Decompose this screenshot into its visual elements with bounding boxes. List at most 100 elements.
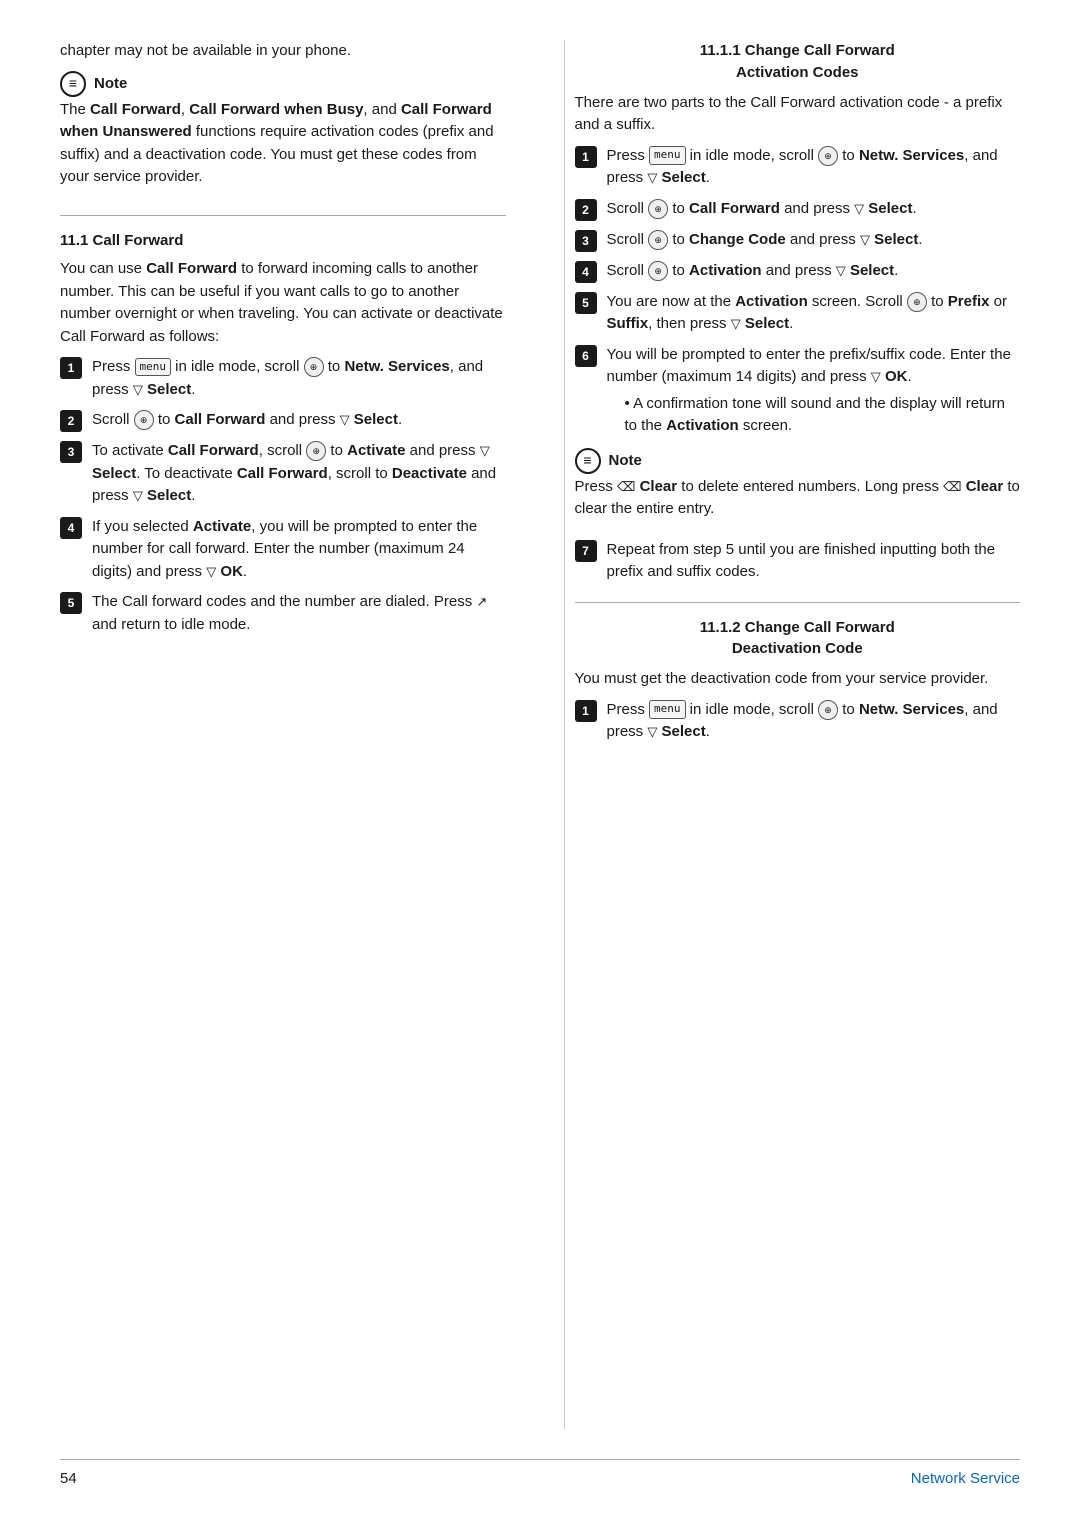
section-11-1-2-heading: 11.1.2 Change Call Forward Deactivation … [575,617,1021,661]
r2-step-content-1: Press menu in idle mode, scroll ⊕ to Net… [607,699,1021,744]
select-icon-2: ▽ [340,410,350,430]
scroll-icon-1: ⊕ [304,357,324,377]
note-icon: ≡ [60,71,86,97]
r-step-num-6: 6 [575,345,597,367]
step-5: 5 The Call forward codes and the number … [60,591,506,636]
note-icon-right: ≡ [575,448,601,474]
r-scroll-icon-4: ⊕ [648,261,668,281]
step-4: 4 If you selected Activate, you will be … [60,516,506,584]
r2-scroll-icon-1: ⊕ [818,700,838,720]
steps-11-1-1-extra: 7 Repeat from step 5 until you are finis… [575,539,1021,584]
steps-11-1-1: 1 Press menu in idle mode, scroll ⊕ to N… [575,145,1021,438]
heading-line1: 11.1.1 Change Call Forward [700,42,895,59]
select-icon-3b: ▽ [133,486,143,506]
r-select-icon-4: ▽ [836,261,846,281]
footer-label: Network Service [911,1468,1020,1490]
heading-11-1-2-line2: Deactivation Code [732,640,863,657]
end-icon: ↗ [476,592,487,612]
step-content-1: Press menu in idle mode, scroll ⊕ to Net… [92,356,506,401]
steps-11-1-2: 1 Press menu in idle mode, scroll ⊕ to N… [575,699,1021,744]
r-scroll-icon-2: ⊕ [648,199,668,219]
r-step-content-7: Repeat from step 5 until you are finishe… [607,539,1021,584]
r2-step-num-1: 1 [575,700,597,722]
r-step-1: 1 Press menu in idle mode, scroll ⊕ to N… [575,145,1021,190]
page: chapter may not be available in your pho… [0,0,1080,1530]
step-num-3: 3 [60,441,82,463]
step-6-bullet: • A confirmation tone will sound and the… [625,393,1021,438]
menu-icon: menu [135,358,172,377]
note-icon-row-right: ≡ Note [575,448,1021,474]
r-step-5: 5 You are now at the Activation screen. … [575,291,1021,336]
r-step-num-1: 1 [575,146,597,168]
r-step-num-7: 7 [575,540,597,562]
r-step-num-2: 2 [575,199,597,221]
note-content-right: Press ⌫ Clear to delete entered numbers.… [575,476,1021,521]
r-step-3: 3 Scroll ⊕ to Change Code and press ▽ Se… [575,229,1021,252]
two-column-layout: chapter may not be available in your pho… [60,40,1020,1429]
r-step-content-4: Scroll ⊕ to Activation and press ▽ Selec… [607,260,1021,283]
step-2: 2 Scroll ⊕ to Call Forward and press ▽ S… [60,409,506,432]
note-content: The Call Forward, Call Forward when Busy… [60,99,506,189]
section-11-1-2-intro: You must get the deactivation code from … [575,668,1021,691]
r-step-content-1: Press menu in idle mode, scroll ⊕ to Net… [607,145,1021,190]
r2-step-1: 1 Press menu in idle mode, scroll ⊕ to N… [575,699,1021,744]
step-1: 1 Press menu in idle mode, scroll ⊕ to N… [60,356,506,401]
r-step-7: 7 Repeat from step 5 until you are finis… [575,539,1021,584]
r-select-icon-1: ▽ [647,168,657,188]
section-11-1-1-intro: There are two parts to the Call Forward … [575,92,1021,137]
step-num-5: 5 [60,592,82,614]
note-icon-row: ≡ Note [60,71,506,97]
steps-11-1: 1 Press menu in idle mode, scroll ⊕ to N… [60,356,506,636]
r-scroll-icon-1: ⊕ [818,146,838,166]
section-11-1-heading: 11.1 Call Forward [60,230,506,253]
r-step-num-3: 3 [575,230,597,252]
r-scroll-icon-3: ⊕ [648,230,668,250]
step-num-2: 2 [60,410,82,432]
step-3: 3 To activate Call Forward, scroll ⊕ to … [60,440,506,508]
note-block-right: ≡ Note Press ⌫ Clear to delete entered n… [575,448,1021,529]
step-content-2: Scroll ⊕ to Call Forward and press ▽ Sel… [92,409,506,432]
select-icon-3: ▽ [480,441,490,461]
page-footer: 54 Network Service [60,1459,1020,1490]
r-step-num-5: 5 [575,292,597,314]
step-content-4: If you selected Activate, you will be pr… [92,516,506,584]
section-divider-1 [60,215,506,216]
select-icon-1: ▽ [133,380,143,400]
scroll-icon-3: ⊕ [306,441,326,461]
page-number: 54 [60,1468,77,1490]
select-icon-4: ▽ [206,562,216,582]
step-content-3: To activate Call Forward, scroll ⊕ to Ac… [92,440,506,508]
r-step-content-6: You will be prompted to enter the prefix… [607,344,1021,438]
note-label-right: Note [609,450,642,472]
scroll-icon-2: ⊕ [134,410,154,430]
left-column: chapter may not be available in your pho… [60,40,516,1429]
heading-11-1-2-line1: 11.1.2 Change Call Forward [700,619,895,636]
r-select-icon-2: ▽ [854,199,864,219]
r2-select-icon-1: ▽ [647,722,657,742]
r-step-6: 6 You will be prompted to enter the pref… [575,344,1021,438]
heading-line2: Activation Codes [736,64,859,81]
note-label: Note [94,73,127,95]
r-select-icon-3: ▽ [860,230,870,250]
r-step-content-2: Scroll ⊕ to Call Forward and press ▽ Sel… [607,198,1021,221]
r-step-content-5: You are now at the Activation screen. Sc… [607,291,1021,336]
section-divider-right [575,602,1021,603]
clear-icon-1: ⌫ [617,477,635,497]
clear-icon-2: ⌫ [943,477,961,497]
step-num-4: 4 [60,517,82,539]
r-step-content-3: Scroll ⊕ to Change Code and press ▽ Sele… [607,229,1021,252]
note-block: ≡ Note The Call Forward, Call Forward wh… [60,71,506,197]
section-11-1-1-heading: 11.1.1 Change Call Forward Activation Co… [575,40,1021,84]
step-num-1: 1 [60,357,82,379]
r-scroll-icon-5: ⊕ [907,292,927,312]
step-content-5: The Call forward codes and the number ar… [92,591,506,636]
section-11-1-intro: You can use Call Forward to forward inco… [60,258,506,348]
r-step-4: 4 Scroll ⊕ to Activation and press ▽ Sel… [575,260,1021,283]
r-select-icon-6: ▽ [871,367,881,387]
r-select-icon-5: ▽ [731,314,741,334]
r-step-num-4: 4 [575,261,597,283]
r-menu-icon-1: menu [649,146,686,165]
intro-text: chapter may not be available in your pho… [60,40,506,63]
r-step-2: 2 Scroll ⊕ to Call Forward and press ▽ S… [575,198,1021,221]
r2-menu-icon-1: menu [649,700,686,719]
